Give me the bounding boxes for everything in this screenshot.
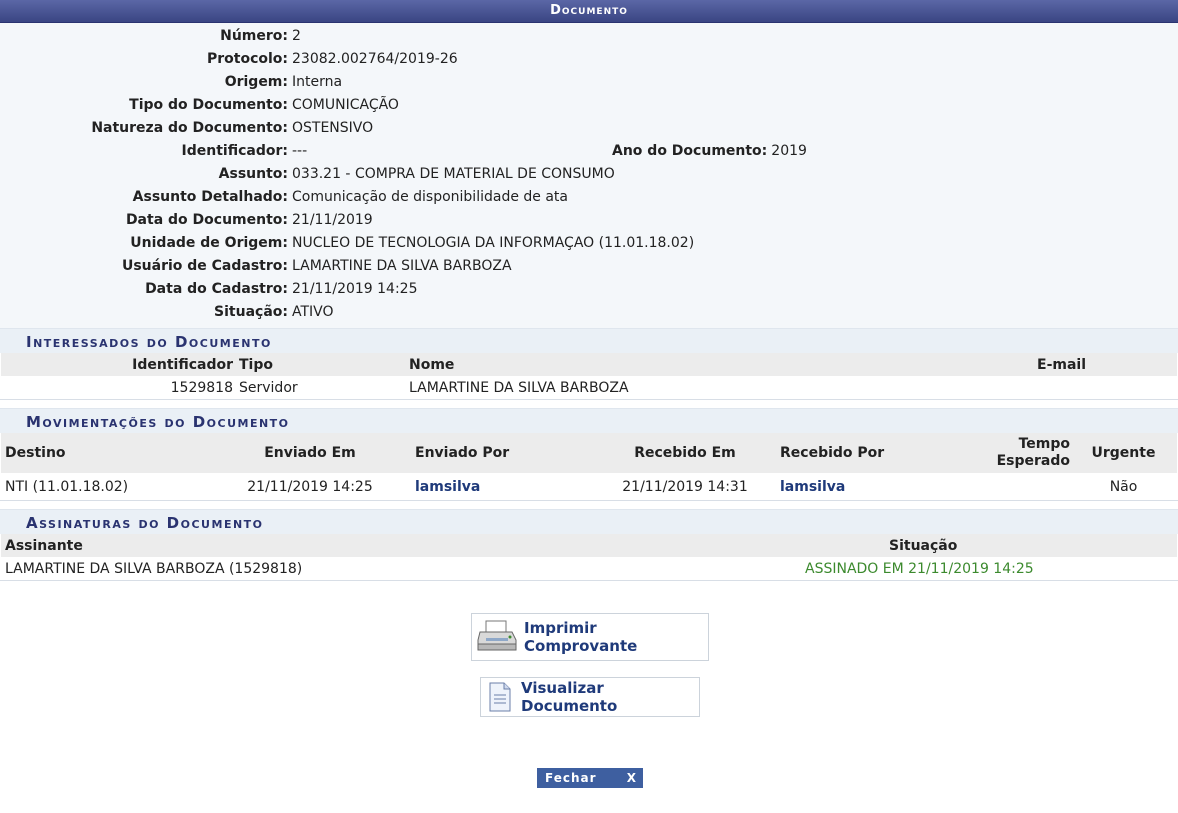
col-enviado-em: Enviado Em xyxy=(205,433,415,473)
value-situacao: ATIVO xyxy=(292,304,334,320)
cell-email xyxy=(929,376,1177,399)
value-data-documento: 21/11/2019 xyxy=(292,212,373,228)
cell-enviado-em: 21/11/2019 14:25 xyxy=(247,478,373,495)
col-nome: Nome xyxy=(409,353,929,376)
recebido-por-link[interactable]: lamsilva xyxy=(780,479,845,495)
label-assunto-detalhado: Assunto Detalhado: xyxy=(132,189,288,205)
cell-tipo: Servidor xyxy=(239,379,298,396)
value-ano: 2019 xyxy=(771,143,807,159)
cell-recebido-por[interactable]: lamsilva xyxy=(780,473,970,500)
col-enviado-por: Enviado Por xyxy=(415,433,590,473)
enviado-por-link[interactable]: lamsilva xyxy=(415,479,480,495)
value-assunto-detalhado: Comunicação de disponibilidade de ata xyxy=(292,189,568,205)
label-protocolo: Protocolo: xyxy=(206,51,288,67)
table-row: 1529818 Servidor LAMARTINE DA SILVA BARB… xyxy=(1,376,1177,399)
value-tipo-documento: COMUNICAÇÃO xyxy=(292,97,399,113)
document-details: Número: 2 Protocolo: 23082.002764/2019-26 … xyxy=(0,23,1178,328)
assinaturas-table: Assinante Situação LAMARTINE DA SILVA BA… xyxy=(1,534,1177,580)
cell-recebido-em: 21/11/2019 14:31 xyxy=(622,478,748,495)
label-situacao: Situação: xyxy=(214,304,288,320)
cell-identificador: 1529818 xyxy=(170,379,233,396)
label-usuario-cadastro: Usuário de Cadastro: xyxy=(121,258,288,274)
value-unidade-origem: NUCLEO DE TECNOLOGIA DA INFORMAÇAO (11.0… xyxy=(292,235,695,251)
value-protocolo: 23082.002764/2019-26 xyxy=(292,51,458,67)
label-ano: Ano do Documento: xyxy=(612,143,768,159)
section-movimentacoes-title: Movimentações do Documento xyxy=(0,408,1178,433)
print-receipt-button[interactable]: Imprimir Comprovante xyxy=(471,613,709,661)
value-assunto: 033.21 - COMPRA DE MATERIAL DE CONSUMO xyxy=(292,166,615,182)
section-interessados-title: Interessados do Documento xyxy=(0,328,1178,353)
label-unidade-origem: Unidade de Origem: xyxy=(130,235,288,251)
value-identificador: --- xyxy=(292,143,308,159)
view-document-label: Visualizar Documento xyxy=(521,679,618,715)
label-numero: Número: xyxy=(220,28,288,44)
section-assinaturas-title: Assinaturas do Documento xyxy=(0,509,1178,534)
label-natureza: Natureza do Documento: xyxy=(91,120,288,136)
label-data-documento: Data do Documento: xyxy=(125,212,288,228)
value-numero: 2 xyxy=(292,28,301,44)
movimentacoes-table: Destino Enviado Em Enviado Por Recebido … xyxy=(1,433,1177,500)
col-urgente: Urgente xyxy=(1070,433,1177,473)
close-button[interactable]: Fechar X xyxy=(537,768,643,788)
value-usuario-cadastro: LAMARTINE DA SILVA BARBOZA xyxy=(292,258,512,274)
col-assinante: Assinante xyxy=(1,534,805,557)
col-situacao: Situação xyxy=(805,534,1177,557)
cell-nome: LAMARTINE DA SILVA BARBOZA xyxy=(409,379,629,396)
cell-enviado-por[interactable]: lamsilva xyxy=(415,473,590,500)
cell-situacao-assinatura: ASSINADO EM 21/11/2019 14:25 xyxy=(805,560,1034,577)
table-row: LAMARTINE DA SILVA BARBOZA (1529818) ASS… xyxy=(1,557,1177,580)
cell-assinante: LAMARTINE DA SILVA BARBOZA (1529818) xyxy=(5,560,303,577)
cell-destino: NTI (11.01.18.02) xyxy=(5,478,129,495)
col-recebido-por: Recebido Por xyxy=(780,433,970,473)
col-identificador: Identificador xyxy=(1,353,239,376)
label-tipo-documento: Tipo do Documento: xyxy=(129,97,288,113)
label-identificador: Identificador: xyxy=(181,143,288,159)
document-icon xyxy=(487,681,513,713)
page-title: Documento xyxy=(0,0,1178,23)
col-destino: Destino xyxy=(1,433,205,473)
col-email: E-mail xyxy=(929,353,1177,376)
label-assunto: Assunto: xyxy=(218,166,288,182)
printer-icon xyxy=(476,618,518,656)
value-data-cadastro: 21/11/2019 14:25 xyxy=(292,281,418,297)
col-tipo: Tipo xyxy=(239,353,409,376)
table-row: NTI (11.01.18.02) 21/11/2019 14:25 lamsi… xyxy=(1,473,1177,500)
cell-tempo-esperado xyxy=(970,473,1070,500)
label-data-cadastro: Data do Cadastro: xyxy=(145,281,288,297)
value-natureza: OSTENSIVO xyxy=(292,120,374,136)
value-origem: Interna xyxy=(292,74,343,90)
close-label: Fechar xyxy=(545,771,597,785)
interessados-table: Identificador Tipo Nome E-mail 1529818 S… xyxy=(1,353,1177,399)
label-origem: Origem: xyxy=(224,74,288,90)
col-tempo-esperado: Tempo Esperado xyxy=(970,433,1070,473)
col-recebido-em: Recebido Em xyxy=(590,433,780,473)
close-icon: X xyxy=(626,771,637,785)
cell-urgente: Não xyxy=(1109,478,1138,495)
print-receipt-label: Imprimir Comprovante xyxy=(524,619,638,655)
view-document-button[interactable]: Visualizar Documento xyxy=(480,677,700,717)
